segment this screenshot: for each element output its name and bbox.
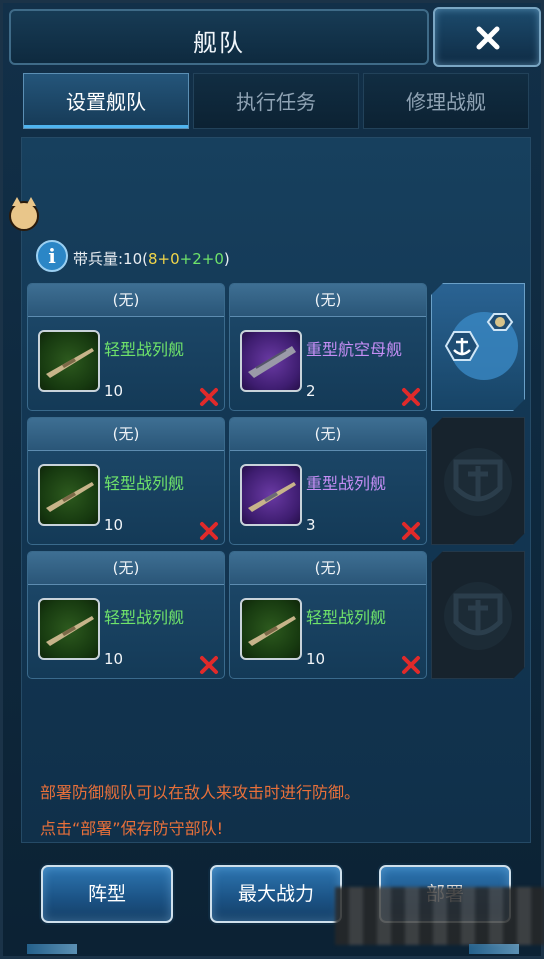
fleet-slot[interactable] (431, 417, 525, 545)
ship-thumbnail (38, 598, 100, 660)
troop-capacity: 带兵量:10(8+0+2+0) (73, 250, 230, 268)
ship-card[interactable]: (无) 轻型战列舰 10 (27, 283, 225, 411)
ship-name: 轻型战列舰 (104, 474, 185, 493)
ship-thumbnail (38, 330, 100, 392)
fleet-slot[interactable] (431, 551, 525, 679)
ship-count: 10 (104, 650, 124, 668)
ship-card[interactable]: (无) 重型战列舰 3 (229, 417, 427, 545)
ship-count: 10 (104, 382, 124, 400)
tab-execute-mission[interactable]: 执行任务 (193, 73, 359, 129)
remove-icon[interactable] (198, 520, 220, 542)
info-icon[interactable]: i (36, 240, 68, 272)
anchor-admiral-icon (432, 284, 524, 410)
formation-label: (无) (230, 284, 426, 317)
ship-count: 10 (104, 516, 124, 534)
ship-thumbnail (240, 330, 302, 392)
ship-count: 3 (306, 516, 316, 534)
close-button[interactable] (433, 7, 541, 67)
formation-label: (无) (28, 284, 224, 317)
remove-icon[interactable] (400, 386, 422, 408)
formation-label: (无) (28, 418, 224, 451)
corner-decoration (469, 944, 519, 954)
remove-icon[interactable] (198, 654, 220, 676)
anchor-shield-icon (432, 418, 524, 544)
ship-thumbnail (240, 464, 302, 526)
formation-label: (无) (230, 552, 426, 585)
title-bar: 舰队 (9, 9, 429, 65)
fleet-slot[interactable] (431, 283, 525, 411)
ship-thumbnail (38, 464, 100, 526)
ship-card[interactable]: (无) 轻型战列舰 10 (27, 551, 225, 679)
tab-repair-warships[interactable]: 修理战舰 (363, 73, 529, 129)
defense-note: 部署防御舰队可以在敌人来攻击时进行防御。 (40, 783, 361, 802)
ship-name: 轻型战列舰 (104, 340, 185, 359)
ship-count: 2 (306, 382, 316, 400)
ship-name: 轻型战列舰 (306, 608, 387, 627)
corner-decoration (27, 944, 77, 954)
formation-label: (无) (28, 552, 224, 585)
ship-name: 重型战列舰 (306, 474, 387, 493)
tab-bar: 设置舰队 执行任务 修理战舰 (23, 73, 529, 129)
cat-avatar-icon[interactable] (9, 197, 39, 231)
close-icon (476, 26, 500, 50)
watermark-mosaic (335, 887, 544, 945)
formation-button[interactable]: 阵型 (41, 865, 173, 923)
ship-thumbnail (240, 598, 302, 660)
formation-label: (无) (230, 418, 426, 451)
anchor-shield-icon (432, 552, 524, 678)
max-power-button[interactable]: 最大战力 (210, 865, 342, 923)
tab-setup-fleet[interactable]: 设置舰队 (23, 73, 189, 129)
ship-card[interactable]: (无) 重型航空母舰 2 (229, 283, 427, 411)
ship-name: 轻型战列舰 (104, 608, 185, 627)
deploy-hint: 点击“部署”保存防守部队! (40, 819, 223, 838)
remove-icon[interactable] (400, 654, 422, 676)
ship-name: 重型航空母舰 (306, 340, 403, 359)
remove-icon[interactable] (198, 386, 220, 408)
ship-card[interactable]: (无) 轻型战列舰 10 (27, 417, 225, 545)
window-title: 舰队 (193, 29, 245, 57)
ship-count: 10 (306, 650, 326, 668)
ship-card[interactable]: (无) 轻型战列舰 10 (229, 551, 427, 679)
remove-icon[interactable] (400, 520, 422, 542)
fleet-window: 舰队 设置舰队 执行任务 修理战舰 i 带兵量:10(8+0+2+0) (无) … (0, 0, 544, 959)
